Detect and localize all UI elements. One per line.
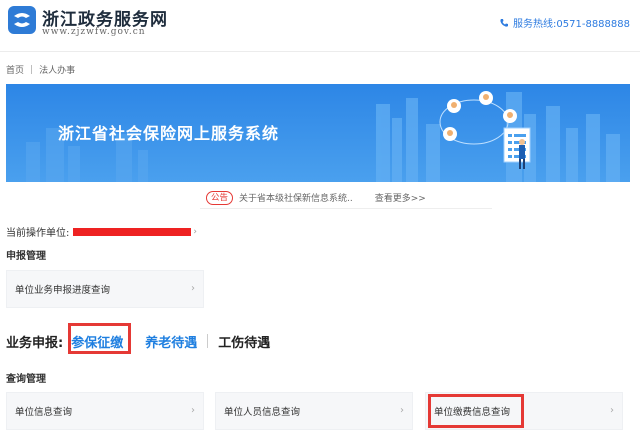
business-label: 业务申报: (6, 335, 64, 351)
breadcrumb-current: 法人办事 (39, 66, 76, 76)
tab-injury-benefits[interactable]: 工伤待遇 (218, 332, 270, 351)
breadcrumb: 首页 | 法人办事 (6, 63, 76, 77)
tab-pension-benefits[interactable]: 养老待遇 (145, 332, 197, 351)
unit-info-query-card[interactable]: 单位信息查询 › (6, 392, 204, 430)
business-tabs: 业务申报: 参保征缴 养老待遇 工伤待遇 (6, 330, 270, 352)
notice-badge: 公告 (206, 190, 234, 205)
chevron-right-icon: › (400, 405, 404, 416)
unit-staff-query-card[interactable]: 单位人员信息查询 › (215, 392, 413, 430)
declaration-section-title: 申报管理 (6, 251, 46, 262)
breadcrumb-separator: | (30, 64, 34, 75)
notice-more-link[interactable]: 查看更多>> (375, 191, 426, 204)
chevron-right-icon: › (610, 405, 614, 416)
unit-arrow[interactable]: › (193, 227, 197, 237)
brand-url: www.zjzwfw.gov.cn (42, 27, 146, 37)
declaration-progress-card[interactable]: 单位业务申报进度查询 › (6, 270, 204, 308)
chevron-right-icon: › (191, 405, 195, 416)
site-header: 浙江政务服务网 www.zjzwfw.gov.cn 服务热线:0571-8888… (0, 0, 640, 52)
tab-divider (207, 334, 209, 348)
redacted-unit-name (73, 227, 192, 236)
query-card-label: 单位人员信息查询 (224, 407, 301, 418)
notice-bar: 公告 关于省本级社保新信息系统.. 查看更多>> (200, 187, 492, 209)
declaration-card-label: 单位业务申报进度查询 (15, 285, 111, 296)
logo-icon[interactable] (8, 6, 36, 34)
banner-title: 浙江省社会保险网上服务系统 (58, 124, 280, 143)
chevron-right-icon: › (191, 283, 195, 294)
service-hotline: 服务热线:0571-8888888 (499, 15, 630, 30)
notice-text[interactable]: 关于省本级社保新信息系统.. (239, 191, 353, 204)
highlight-box-tab (68, 323, 131, 354)
query-section-title: 查询管理 (6, 374, 46, 385)
query-card-label: 单位信息查询 (15, 407, 73, 418)
highlight-box-payment (428, 394, 524, 428)
banner: 浙江省社会保险网上服务系统 (6, 84, 630, 182)
current-unit-label: 当前操作单位: (6, 228, 70, 239)
hotline-text: 服务热线:0571-8888888 (513, 19, 630, 30)
current-unit: 当前操作单位: › (6, 224, 197, 240)
breadcrumb-home[interactable]: 首页 (6, 63, 24, 76)
phone-icon (500, 18, 509, 27)
